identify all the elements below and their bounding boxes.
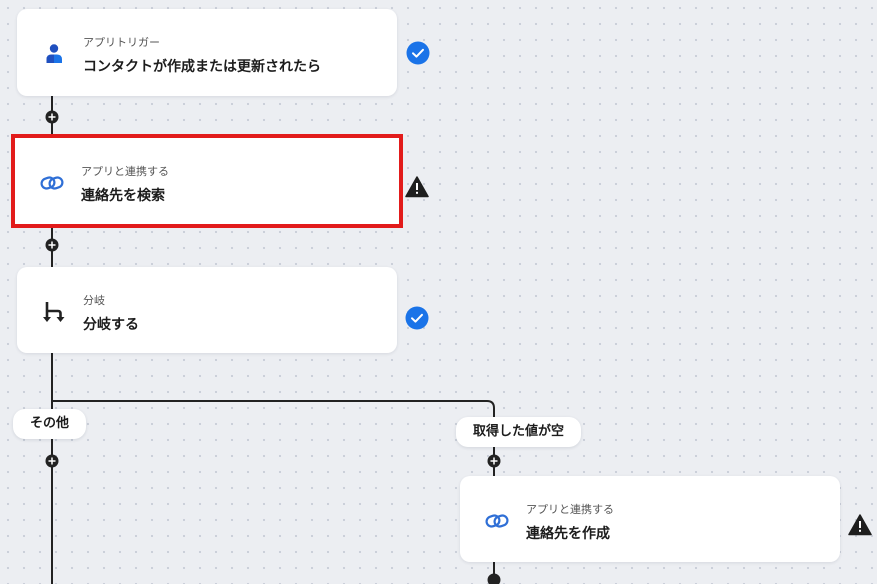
step-card-trigger[interactable]: アプリトリガー コンタクトが作成または更新されたら — [17, 9, 397, 96]
person-icon — [41, 41, 67, 67]
add-step-button-5[interactable] — [487, 573, 501, 584]
branch-label-other[interactable]: その他 — [13, 409, 87, 439]
branch-label-empty-value[interactable]: 取得した値が空 — [456, 417, 582, 447]
step-title: コンタクトが作成または更新されたら — [83, 59, 321, 75]
warning-icon[interactable] — [405, 175, 429, 199]
step-title: 連絡先を検索 — [81, 188, 165, 204]
step-title: 連絡先を作成 — [526, 526, 610, 542]
step-type-label: アプリと連携する — [526, 503, 614, 516]
step-type-label: アプリと連携する — [81, 165, 169, 178]
step-card-search-contact[interactable]: アプリと連携する 連絡先を検索 — [11, 134, 403, 228]
step-card-branch[interactable]: 分岐 分岐する — [17, 267, 397, 353]
warning-icon[interactable] — [848, 513, 872, 537]
step-type-label: アプリトリガー — [83, 36, 160, 49]
workflow-canvas[interactable]: アプリトリガー コンタクトが作成または更新されたら アプリと連携する 連絡先を検… — [0, 0, 877, 584]
branch-icon — [41, 299, 67, 325]
step-card-create-contact[interactable]: アプリと連携する 連絡先を作成 — [460, 476, 840, 562]
step-title: 分岐する — [83, 317, 139, 333]
check-icon — [406, 41, 430, 65]
app-link-icon — [39, 170, 65, 196]
app-link-icon — [484, 508, 510, 534]
step-type-label: 分岐 — [83, 294, 105, 307]
check-icon — [405, 306, 429, 330]
